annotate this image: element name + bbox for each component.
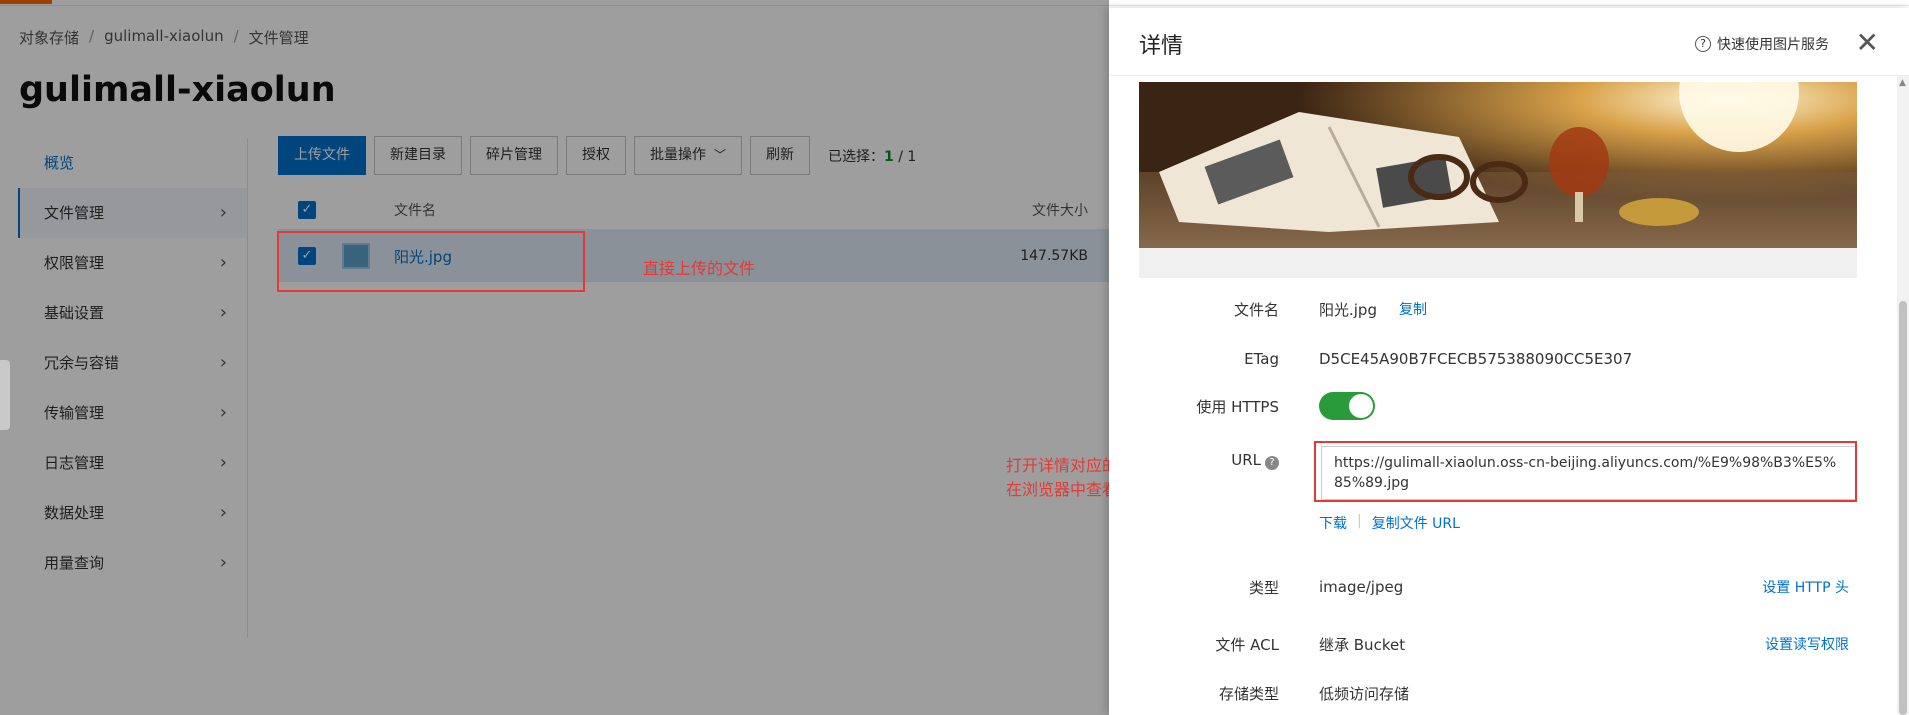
modal-backdrop[interactable] — [0, 0, 1109, 715]
close-icon[interactable]: ✕ — [1856, 26, 1879, 59]
collapse-handle[interactable] — [0, 360, 10, 430]
scroll-up-icon[interactable]: ▲ — [1899, 78, 1906, 88]
field-filename: 文件名 阳光.jpg 复制 — [1109, 294, 1869, 324]
https-label: 使用 HTTPS — [1196, 397, 1279, 416]
download-link[interactable]: 下载 — [1319, 513, 1347, 533]
etag-value: D5CE45A90B7FCECB575388090CC5E307 — [1319, 350, 1633, 368]
copy-filename-link[interactable]: 复制 — [1399, 299, 1427, 319]
question-icon: ? — [1695, 36, 1711, 52]
preview-image — [1139, 82, 1857, 252]
drawer-scrollbar[interactable]: ▲ — [1897, 76, 1909, 715]
url-label-text: URL — [1231, 450, 1261, 469]
field-storage-class: 存储类型 低频访问存储 — [1109, 678, 1869, 708]
https-toggle[interactable] — [1319, 392, 1375, 420]
set-acl-link[interactable]: 设置读写权限 — [1765, 634, 1849, 654]
storage-label: 存储类型 — [1218, 684, 1279, 703]
field-https: 使用 HTTPS — [1109, 391, 1869, 421]
field-type: 类型 image/jpeg 设置 HTTP 头 — [1109, 572, 1869, 602]
toggle-knob — [1349, 394, 1373, 418]
acl-label: 文件 ACL — [1215, 635, 1279, 654]
quick-image-service-link[interactable]: ? 快速使用图片服务 — [1695, 34, 1829, 54]
url-label: URL? — [1109, 451, 1279, 470]
storage-value: 低频访问存储 — [1319, 684, 1410, 703]
divider: | — [1357, 513, 1362, 529]
copy-url-link[interactable]: 复制文件 URL — [1372, 513, 1460, 533]
drawer-title: 详情 — [1139, 34, 1184, 59]
annotation-box-url — [1314, 441, 1857, 502]
filename-value: 阳光.jpg — [1319, 300, 1377, 319]
drawer-header: 详情 ? 快速使用图片服务 ✕ — [1109, 8, 1909, 76]
filename-label: 文件名 — [1233, 300, 1279, 319]
annotation-uploaded: 直接上传的文件 — [643, 259, 756, 278]
preview-footer — [1139, 248, 1857, 278]
scroll-thumb[interactable] — [1899, 301, 1907, 715]
help-icon[interactable]: ? — [1265, 455, 1279, 470]
acl-value: 继承 Bucket — [1319, 635, 1406, 654]
help-label: 快速使用图片服务 — [1717, 37, 1829, 53]
annotation-box-file — [277, 231, 585, 292]
set-http-header-link[interactable]: 设置 HTTP 头 — [1762, 577, 1849, 597]
type-label: 类型 — [1248, 578, 1279, 597]
field-etag: ETag D5CE45A90B7FCECB575388090CC5E307 — [1109, 344, 1869, 374]
url-actions: 下载 | 复制文件 URL — [1319, 513, 1460, 533]
field-acl: 文件 ACL 继承 Bucket 设置读写权限 — [1109, 629, 1869, 659]
etag-label: ETag — [1244, 350, 1279, 368]
detail-drawer: 详情 ? 快速使用图片服务 ✕ ▲ 文件名 阳光.jpg 复制 ETag D5C… — [1109, 8, 1909, 715]
type-value: image/jpeg — [1319, 578, 1404, 596]
